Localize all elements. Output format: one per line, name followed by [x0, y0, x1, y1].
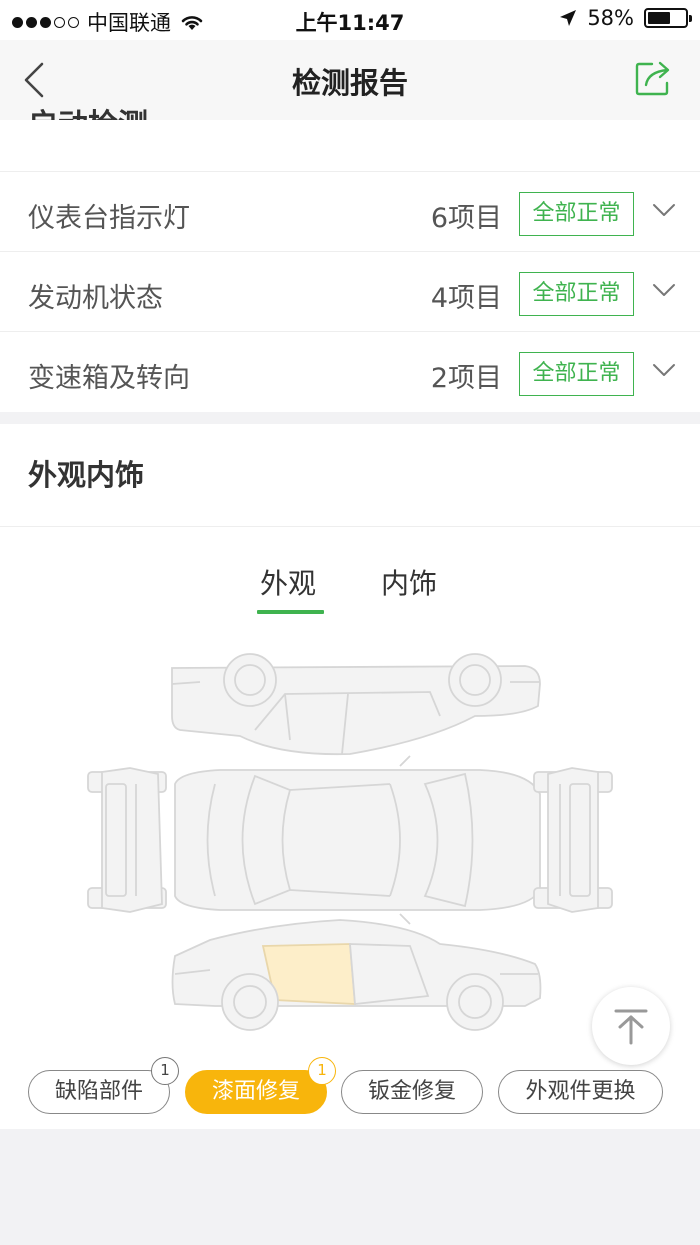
- page-title: 检测报告: [291, 66, 408, 100]
- status-badge: 全部正常: [519, 272, 634, 316]
- share-icon[interactable]: [634, 58, 674, 98]
- car-side-view-bottom: [171, 919, 542, 1031]
- chip-label: 漆面修复: [211, 1079, 300, 1104]
- status-bar: 中国联通 上午11:47 58%: [0, 0, 700, 40]
- chip-sheet-metal-repair[interactable]: 钣金修复: [341, 1070, 483, 1114]
- chip-count-badge: 1: [151, 1057, 179, 1085]
- tab-interior[interactable]: 内饰: [381, 562, 437, 602]
- startup-check-section: 仪表台指示灯 6项目 全部正常 发动机状态 4项目 全部正常 变速箱及转向 2项…: [0, 120, 700, 412]
- car-front-view: [87, 767, 167, 913]
- tab-exterior[interactable]: 外观: [260, 562, 316, 602]
- active-tab-indicator: [257, 610, 324, 614]
- car-side-view-top: [171, 653, 541, 756]
- battery-icon: [644, 8, 692, 28]
- chip-label: 钣金修复: [367, 1079, 456, 1104]
- check-row-dashboard-lights[interactable]: 仪表台指示灯 6项目 全部正常: [0, 171, 700, 251]
- check-row-count: 6项目: [430, 203, 502, 234]
- chevron-down-icon[interactable]: [652, 362, 676, 378]
- chip-label: 外观件更换: [525, 1079, 636, 1104]
- back-to-top-button[interactable]: [592, 987, 670, 1065]
- section-heading: 外观内饰: [28, 458, 145, 492]
- chevron-down-icon[interactable]: [652, 282, 676, 298]
- chip-label: 缺陷部件: [54, 1079, 143, 1104]
- startup-heading-text: 启动检测: [28, 108, 148, 120]
- car-top-view: [174, 755, 541, 925]
- car-diagram: [87, 653, 613, 1031]
- location-arrow-icon: [560, 10, 577, 26]
- check-row-count: 4项目: [430, 283, 502, 314]
- check-row-label: 发动机状态: [28, 283, 163, 314]
- exterior-interior-section: 外观内饰 外观 内饰 缺陷部件 1 漆面修复 1 钣金修复 外观件更换: [0, 424, 700, 1129]
- car-rear-view: [533, 767, 613, 913]
- battery-percent: 58%: [587, 6, 634, 30]
- check-row-engine[interactable]: 发动机状态 4项目 全部正常: [0, 251, 700, 331]
- damage-filter-chips: 缺陷部件 1 漆面修复 1 钣金修复 外观件更换: [0, 1057, 700, 1120]
- check-row-count: 2项目: [430, 363, 502, 394]
- chevron-down-icon[interactable]: [652, 202, 676, 218]
- chip-exterior-part-replacement[interactable]: 外观件更换: [498, 1070, 663, 1114]
- arrow-up-to-top-icon: [614, 1009, 648, 1045]
- status-right: 58%: [559, 6, 692, 30]
- startup-heading: 启动检测: [28, 100, 148, 120]
- status-badge: 全部正常: [519, 352, 634, 396]
- check-row-transmission[interactable]: 变速箱及转向 2项目 全部正常: [0, 331, 700, 411]
- check-row-label: 仪表台指示灯: [28, 203, 190, 234]
- check-row-label: 变速箱及转向: [28, 363, 190, 394]
- status-badge: 全部正常: [519, 192, 634, 236]
- divider: [0, 526, 700, 527]
- chip-paint-repair[interactable]: 漆面修复 1: [185, 1057, 336, 1114]
- chip-count-badge: 1: [308, 1057, 336, 1085]
- chip-defect-parts[interactable]: 缺陷部件 1: [28, 1057, 179, 1114]
